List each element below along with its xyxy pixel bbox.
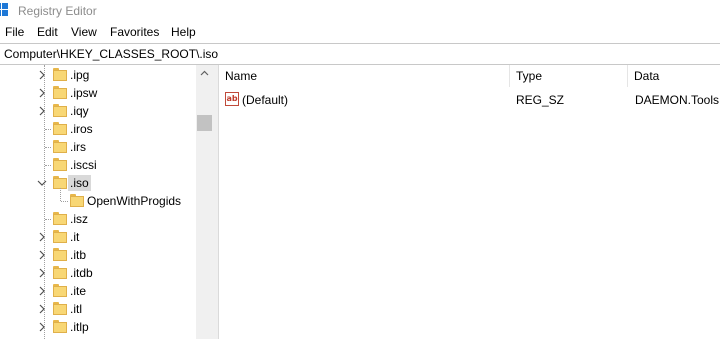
tree-item-label: .iso [68,175,91,191]
folder-icon [53,140,67,153]
menu-edit[interactable]: Edit [37,25,58,39]
column-header-name[interactable]: Name [219,65,510,87]
key-tree[interactable]: .ipg .ipsw .iqy .iros .irs .iscsi .iso OpenWith… [0,65,213,339]
address-bar[interactable]: Computer\HKEY_CLASSES_ROOT\.iso [0,43,720,65]
tree-item[interactable]: .itdb [0,264,196,282]
address-path[interactable]: Computer\HKEY_CLASSES_ROOT\.iso [4,47,218,61]
tree-item[interactable]: .iso [0,174,196,192]
value-name: (Default) [242,93,289,107]
chevron-down-icon[interactable] [36,177,48,189]
folder-icon [70,194,84,207]
chevron-right-icon[interactable] [36,105,48,117]
tree-item[interactable]: .itlp [0,318,196,336]
tree-branch-line [45,165,51,166]
tree-branch-line [61,201,68,202]
tree-item-label: .it [70,230,80,244]
folder-icon [53,266,67,279]
menu-view[interactable]: View [71,25,97,39]
tree-item-label: .itb [70,248,87,262]
menu-file[interactable]: File [5,25,24,39]
title-bar: Registry Editor [0,0,720,22]
tree-scrollbar[interactable] [196,65,213,339]
tree-item-label: .irs [70,140,86,154]
tree-item-label: OpenWithProgids [87,194,182,208]
chevron-right-icon[interactable] [36,285,48,297]
folder-icon [53,104,67,117]
string-value-icon: ab [225,92,239,106]
scroll-up-arrow-icon[interactable] [196,65,213,82]
chevron-right-icon[interactable] [36,69,48,81]
tree-item-label: .itl [70,302,82,316]
tree-item-label: .iros [70,122,93,136]
tree-item-label: .iscsi [70,158,97,172]
chevron-right-icon[interactable] [36,249,48,261]
column-header-data[interactable]: Data [628,65,720,87]
registry-editor-icon [0,3,8,16]
scroll-thumb[interactable] [197,115,212,131]
tree-item[interactable]: .itb [0,246,196,264]
value-data: DAEMON.Tools. [635,93,720,107]
folder-icon [53,158,67,171]
tree-branch-line [45,129,51,130]
tree-item-label: .ipg [70,68,90,82]
folder-icon [53,320,67,333]
folder-icon [53,302,67,315]
tree-item[interactable]: .irs [0,138,196,156]
tree-item-label: .isz [70,212,88,226]
folder-icon [53,248,67,261]
folder-icon [53,212,67,225]
tree-item[interactable]: .isz [0,210,196,228]
tree-item-label: .iqy [70,104,89,118]
window-title: Registry Editor [18,4,97,18]
tree-item[interactable]: .ite [0,282,196,300]
folder-icon [53,122,67,135]
tree-item[interactable]: .it [0,228,196,246]
chevron-right-icon[interactable] [36,267,48,279]
chevron-right-icon[interactable] [36,231,48,243]
menu-favorites[interactable]: Favorites [110,25,159,39]
tree-branch-line [45,147,51,148]
tree-branch-line [45,219,51,220]
value-row[interactable]: ab (Default) REG_SZ DAEMON.Tools. [219,91,720,109]
menu-bar: File Edit View Favorites Help [0,23,720,43]
tree-item-label: .itdb [70,266,93,280]
tree-child-line [60,188,61,201]
folder-icon [53,68,67,81]
folder-icon [53,86,67,99]
tree-item[interactable]: OpenWithProgids [0,188,196,210]
tree-item[interactable]: .ipg [0,66,196,84]
value-list[interactable]: Name Type Data ab (Default) REG_SZ DAEMO… [219,65,720,339]
tree-item[interactable]: .itl [0,300,196,318]
tree-item-label: .itlp [70,320,89,334]
column-header-type[interactable]: Type [510,65,628,87]
tree-item[interactable]: .ipsw [0,84,196,102]
tree-item-label: .ite [70,284,87,298]
menu-help[interactable]: Help [171,25,196,39]
folder-icon [53,284,67,297]
tree-item[interactable]: .iqy [0,102,196,120]
chevron-right-icon[interactable] [36,321,48,333]
folder-icon [53,230,67,243]
value-type: REG_SZ [516,93,565,107]
chevron-right-icon[interactable] [36,87,48,99]
chevron-right-icon[interactable] [36,303,48,315]
tree-item-label: .ipsw [70,86,98,100]
tree-item[interactable]: .iscsi [0,156,196,174]
tree-item[interactable]: .iros [0,120,196,138]
